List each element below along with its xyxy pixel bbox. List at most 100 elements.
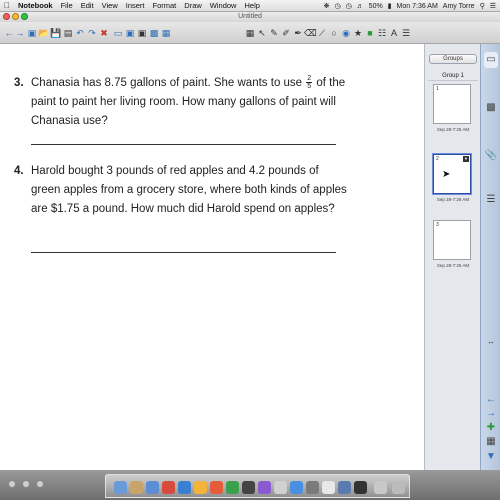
- page-sorter-tab-icon[interactable]: ▭: [484, 52, 498, 68]
- shape-recognition-icon[interactable]: ■: [364, 27, 376, 39]
- page-thumbnail-1[interactable]: 1: [433, 84, 471, 124]
- app-icon[interactable]: [338, 481, 351, 494]
- apple-menu-icon[interactable]: : [0, 1, 14, 10]
- page-menu-arrow-icon[interactable]: ▼: [463, 156, 469, 162]
- page-date: Sep 28-7:26 AM: [436, 197, 470, 202]
- spotlight-icon[interactable]: ⚲: [480, 2, 485, 10]
- app-icon[interactable]: [130, 481, 143, 494]
- dock-control-dot[interactable]: [36, 480, 44, 488]
- fill-icon[interactable]: ◉: [340, 27, 352, 39]
- dock-window-controls: [8, 480, 44, 488]
- page-number: 2: [436, 156, 439, 162]
- dock-control-dot[interactable]: [22, 480, 30, 488]
- clock[interactable]: Mon 7:36 AM: [397, 3, 438, 10]
- dock-control-dot[interactable]: [8, 480, 16, 488]
- app-icon[interactable]: [242, 481, 255, 494]
- magic-pen-icon[interactable]: ★: [352, 27, 364, 39]
- table-icon[interactable]: ▦: [244, 27, 256, 39]
- problem-4[interactable]: 4. Harold bought 3 pounds of red apples …: [14, 162, 347, 222]
- screen:  Notebook File Edit View Insert Format …: [0, 0, 500, 500]
- menu-file[interactable]: File: [57, 1, 77, 10]
- delete-icon[interactable]: ✖: [98, 27, 110, 39]
- bluetooth-icon[interactable]: ❋: [324, 2, 330, 10]
- select-arrow-icon[interactable]: ↖: [256, 27, 268, 39]
- app-icon[interactable]: [274, 481, 287, 494]
- highlighter-icon[interactable]: ✒: [292, 27, 304, 39]
- window-title-bar: Untitled: [0, 12, 500, 22]
- menu-bar:  Notebook File Edit View Insert Format …: [0, 0, 500, 12]
- app-icon[interactable]: [354, 481, 367, 494]
- problem-text: Harold bought 3 pounds of red apples and…: [31, 165, 347, 215]
- line-icon[interactable]: ⟋: [316, 27, 328, 39]
- more-tools-icon[interactable]: ☰: [400, 27, 412, 39]
- wifi-icon[interactable]: ◷: [346, 2, 352, 10]
- menu-help[interactable]: Help: [240, 1, 263, 10]
- document-camera-icon[interactable]: ▩: [148, 27, 160, 39]
- paste-icon[interactable]: ▤: [62, 27, 74, 39]
- group-label[interactable]: Group 1: [428, 72, 478, 81]
- notebook-page-canvas[interactable]: 3. Chanasia has 8.75 gallons of paint. S…: [0, 44, 424, 470]
- undo-icon[interactable]: ↶: [74, 27, 86, 39]
- safari-icon[interactable]: [178, 481, 191, 494]
- text-icon[interactable]: A: [388, 27, 400, 39]
- save-icon[interactable]: 💾: [50, 27, 62, 39]
- full-screen-icon[interactable]: ▣: [124, 27, 136, 39]
- move-sidebar-icon[interactable]: ↔: [484, 334, 498, 350]
- page-date: Sep 28-7:25 AM: [436, 127, 470, 132]
- open-file-icon[interactable]: 📂: [38, 27, 50, 39]
- time-machine-icon[interactable]: ◷: [334, 2, 340, 10]
- app-menu[interactable]: Notebook: [14, 1, 57, 10]
- groups-button[interactable]: Groups: [429, 54, 477, 64]
- redo-icon[interactable]: ↷: [86, 27, 98, 39]
- attachments-tab-icon[interactable]: 📎: [484, 148, 498, 164]
- app-icon[interactable]: [306, 481, 319, 494]
- battery-icon: ▮: [387, 3, 392, 10]
- menu-format[interactable]: Format: [149, 1, 181, 10]
- app-icon[interactable]: [258, 481, 271, 494]
- page-date: Sep 28-7:26 AM: [436, 263, 470, 268]
- menu-window[interactable]: Window: [206, 1, 241, 10]
- shapes-icon[interactable]: ○: [328, 27, 340, 39]
- auto-hide-icon[interactable]: ▼: [484, 449, 498, 465]
- user-name[interactable]: Amy Torre: [443, 3, 475, 10]
- notification-center-icon[interactable]: ☰: [490, 2, 496, 10]
- dock-shelf: [105, 474, 410, 498]
- eraser-icon[interactable]: ⌫: [304, 27, 317, 39]
- problem-number: 3.: [14, 77, 24, 89]
- battery-percent[interactable]: 50%: [369, 3, 383, 10]
- creative-pen-icon[interactable]: ✐: [280, 27, 292, 39]
- screen-capture-icon[interactable]: ▦: [160, 27, 172, 39]
- menu-draw[interactable]: Draw: [180, 1, 206, 10]
- problem-3[interactable]: 3. Chanasia has 8.75 gallons of paint. S…: [14, 74, 345, 127]
- volume-icon[interactable]: ♬: [357, 3, 364, 10]
- app-icon[interactable]: [162, 481, 175, 494]
- app-icon[interactable]: [290, 481, 303, 494]
- problem-text: Chanasia has 8.75 gallons of paint. She …: [31, 75, 346, 127]
- properties-icon[interactable]: ☷: [376, 27, 388, 39]
- menu-view[interactable]: View: [98, 1, 122, 10]
- gallery-tab-icon[interactable]: ▩: [484, 100, 498, 116]
- fraction: 25: [306, 75, 313, 91]
- screen-shade-icon[interactable]: ▭: [112, 27, 124, 39]
- trash-icon[interactable]: [392, 481, 405, 494]
- app-icon[interactable]: [226, 481, 239, 494]
- page-thumbnail-2[interactable]: 2 ▼ ➤: [433, 154, 471, 194]
- menu-insert[interactable]: Insert: [122, 1, 149, 10]
- pen-icon[interactable]: ✎: [268, 27, 280, 39]
- menu-edit[interactable]: Edit: [77, 1, 98, 10]
- next-page-icon[interactable]: →: [14, 27, 26, 39]
- app-icon[interactable]: [374, 481, 387, 494]
- properties-tab-icon[interactable]: ☰: [484, 192, 498, 208]
- answer-line-3: [31, 144, 336, 145]
- page-thumbnail-3[interactable]: 3: [433, 220, 471, 260]
- side-tab-strip: ▭ ▩ 📎 ☰ ↔ ← → ✚ ▦ ▼: [480, 44, 500, 470]
- app-icon[interactable]: [146, 481, 159, 494]
- finder-icon[interactable]: [114, 481, 127, 494]
- app-icon[interactable]: [210, 481, 223, 494]
- add-page-icon[interactable]: ▣: [26, 27, 38, 39]
- display-icon[interactable]: ▣: [136, 27, 148, 39]
- app-icon[interactable]: [194, 481, 207, 494]
- sidebar-tool-icon[interactable]: ▦: [484, 434, 498, 450]
- app-icon[interactable]: [322, 481, 335, 494]
- problem-number: 4.: [14, 165, 24, 177]
